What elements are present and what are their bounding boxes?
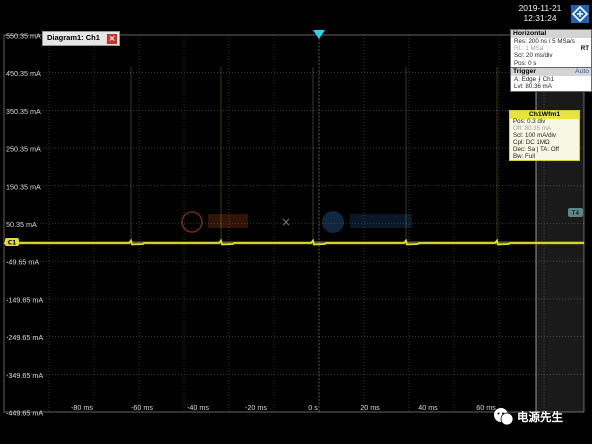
y-tick-label: 150.35 mA [6, 182, 41, 191]
y-tick-label: -449.65 mA [6, 409, 43, 418]
watermark-logo-left-icon [181, 211, 203, 233]
y-tick-label: -149.65 mA [6, 295, 43, 304]
trigger-level-marker-label: T4 [571, 210, 580, 217]
horizontal-row[interactable]: Scl: 20 ms/div [511, 52, 591, 59]
y-tick-label: -349.65 mA [6, 371, 43, 380]
close-icon[interactable]: × [107, 34, 117, 44]
trigger-header: Trigger Auto [511, 68, 591, 76]
watermark-text-right-icon [350, 214, 412, 228]
trigger-row-text: Lvl: 80.36 mA [514, 83, 552, 91]
watermark-badge: 电源先生 [493, 406, 589, 428]
x-tick-label: 20 ms [360, 403, 380, 412]
trigger-panel[interactable]: Trigger Auto A: Edge ⨍ Ch1 Lvl: 80.36 mA [510, 67, 592, 92]
y-tick-label: -49.65 mA [6, 258, 39, 267]
diagram-tab[interactable]: Diagram1: Ch1 × [42, 31, 120, 46]
horizontal-row-text: RL: 1 MSa [514, 45, 544, 53]
horizontal-panel[interactable]: Horizontal Res: 200 ns / 5 MSa/s RL: 1 MS… [510, 29, 592, 68]
trigger-position-marker[interactable] [313, 30, 325, 39]
watermark-text: 电源先生 [517, 410, 563, 424]
trigger-mode[interactable]: Auto [575, 68, 589, 76]
wechat-icon [494, 408, 514, 426]
horizontal-row[interactable]: RL: 1 MSa RT [511, 45, 591, 52]
x-tick-label: 40 ms [418, 403, 438, 412]
watermark-text-left-icon [208, 214, 248, 228]
y-tick-label: 250.35 mA [6, 145, 41, 154]
trigger-row[interactable]: Lvl: 80.36 mA [511, 83, 591, 90]
horizontal-row-text: Pos: 0 s [514, 59, 537, 67]
x-tick-label: -20 ms [245, 403, 267, 412]
trigger-row[interactable]: A: Edge ⨍ Ch1 [511, 76, 591, 83]
horizontal-row-text: Scl: 20 ms/div [514, 52, 553, 60]
channel-waveform-panel[interactable]: Ch1Wfm1 Pos: 0.3 div Off: 80.35 mA Scl: 10… [509, 110, 580, 161]
trigger-title: Trigger [513, 68, 537, 75]
horizontal-row[interactable]: Res: 200 ns / 5 MSa/s [511, 38, 591, 45]
x-tick-label: -80 ms [71, 403, 93, 412]
y-tick-label: 550.35 mA [6, 32, 41, 41]
horizontal-badge: RT [580, 45, 589, 53]
x-tick-label: -60 ms [131, 403, 153, 412]
y-tick-label: 50.35 mA [6, 220, 37, 229]
horizontal-title: Horizontal [511, 30, 591, 38]
horizontal-row-text: Res: 200 ns / 5 MSa/s [514, 38, 575, 45]
x-tick-label: 0 s [308, 403, 318, 412]
channel-row[interactable]: Bw: Full [510, 152, 579, 161]
y-tick-label: -249.65 mA [6, 333, 43, 342]
horizontal-row[interactable]: Pos: 0 s [511, 60, 591, 67]
channel-offset-marker-label: C1 [8, 240, 17, 247]
waveform-diagram[interactable]: 550.35 mA 450.35 mA 350.35 mA 250.35 mA 150.… [0, 0, 592, 444]
trigger-row-text: A: Edge ⨍ Ch1 [514, 76, 555, 83]
watermark-logo-right-icon [322, 211, 344, 233]
x-tick-label: -40 ms [187, 403, 209, 412]
y-tick-label: 450.35 mA [6, 69, 41, 78]
y-tick-label: 350.35 mA [6, 107, 41, 116]
channel-row-text: Bw: Full [513, 152, 536, 160]
watermark-cross-icon: × [281, 215, 291, 229]
diagram-tab-label: Diagram1: Ch1 [47, 33, 100, 42]
